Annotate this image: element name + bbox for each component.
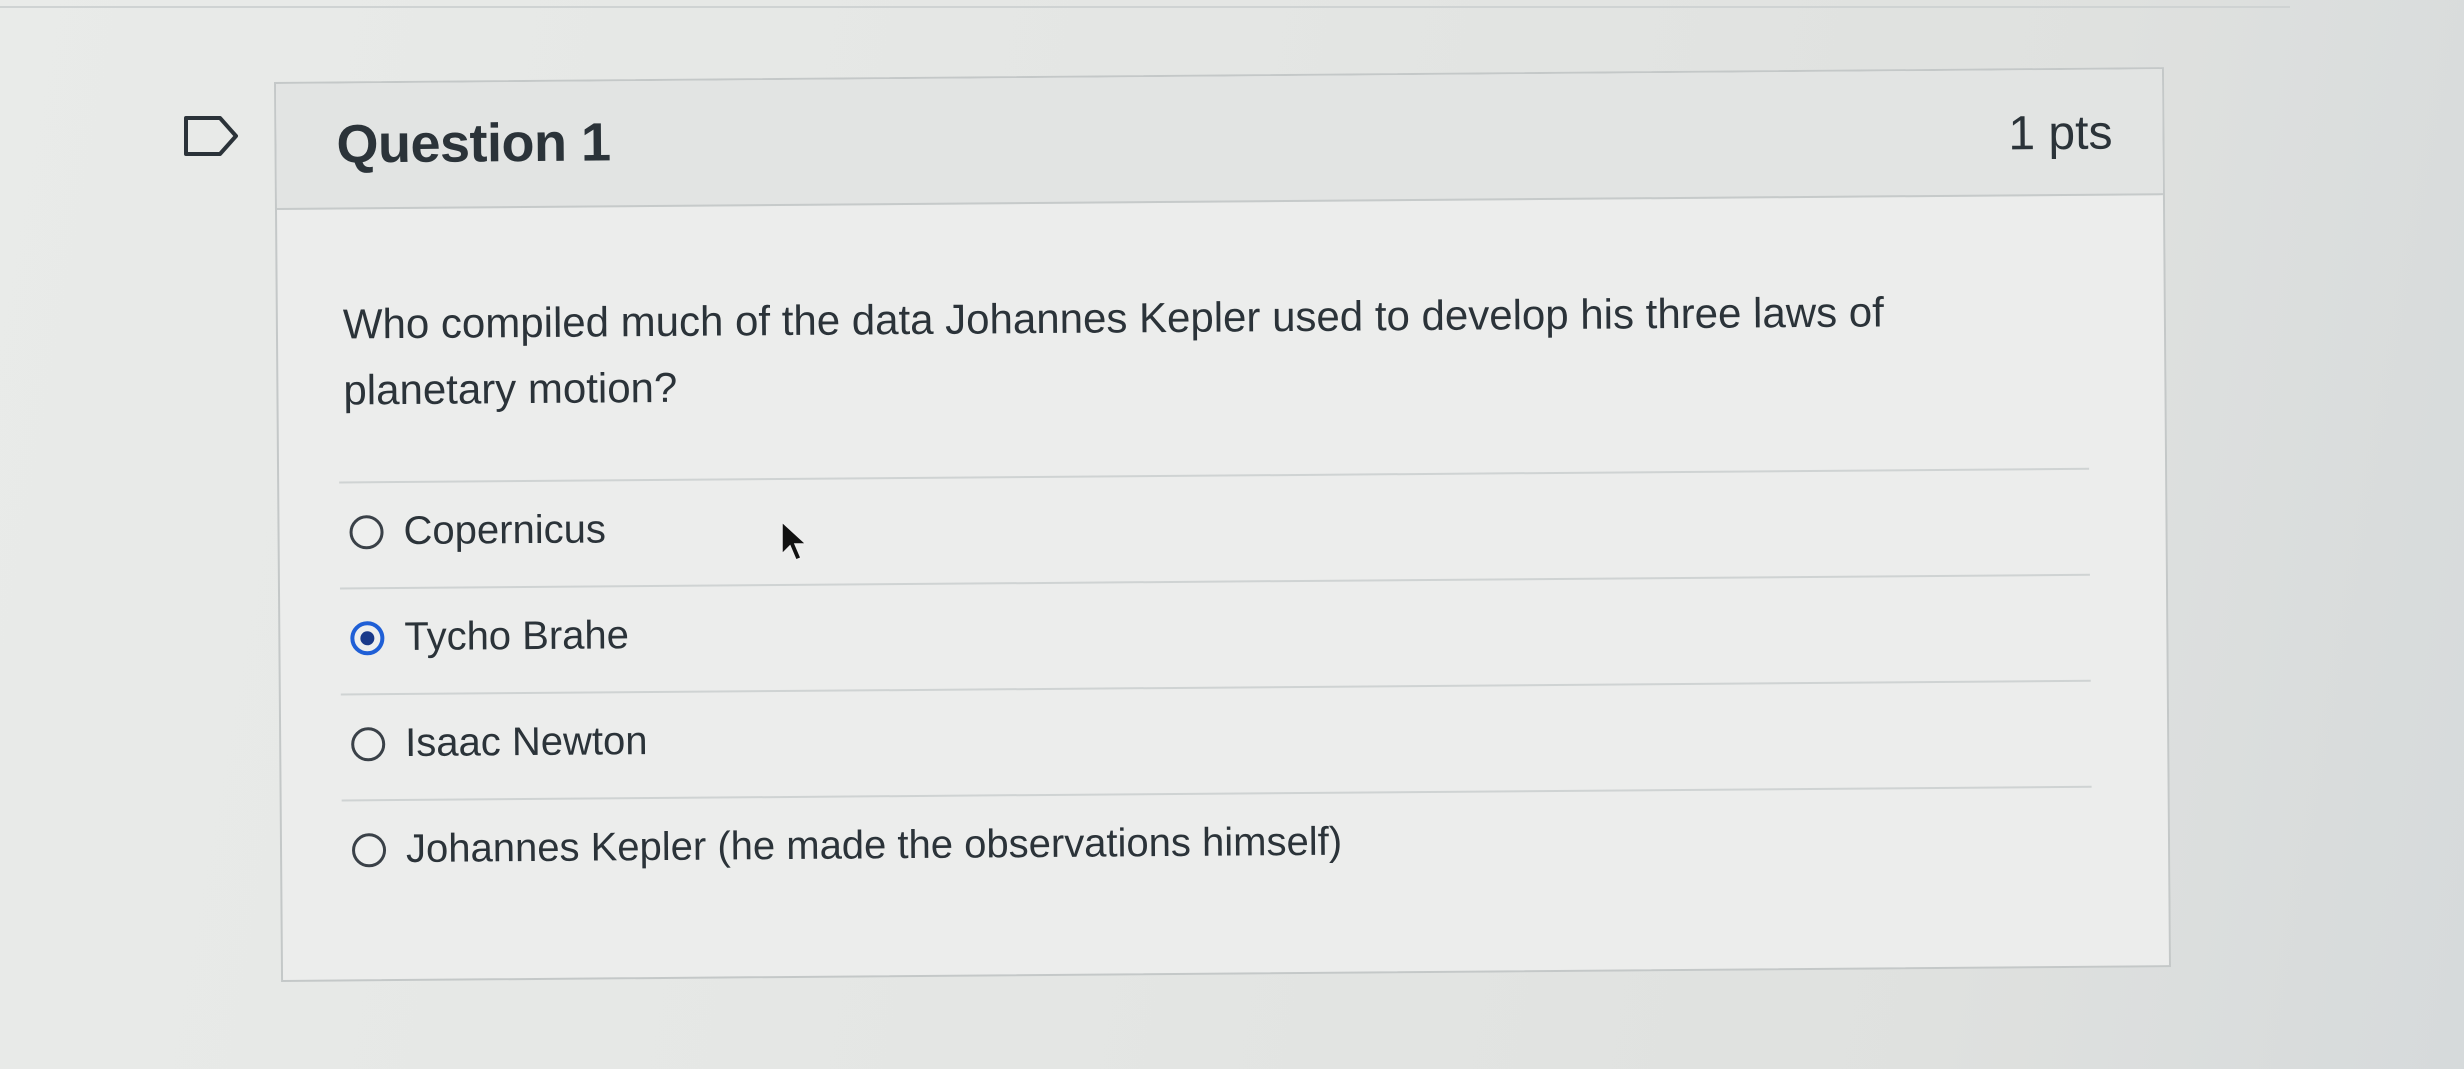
answer-list: Copernicus Tycho Brahe Isaac Newton Joha… (339, 467, 2093, 906)
top-divider (0, 0, 2290, 8)
answer-label[interactable]: Johannes Kepler (he made the observation… (406, 820, 1342, 872)
radio-button[interactable] (351, 727, 386, 762)
answer-option[interactable]: Johannes Kepler (he made the observation… (341, 785, 2093, 906)
flag-question-icon[interactable] (182, 112, 242, 160)
answer-option[interactable]: Copernicus (339, 467, 2090, 588)
mouse-pointer-icon (781, 520, 808, 561)
answer-label[interactable]: Isaac Newton (405, 719, 648, 766)
answer-label[interactable]: Tycho Brahe (404, 613, 629, 660)
question-text: Who compiled much of the data Johannes K… (342, 288, 1884, 414)
question-points: 1 pts (2008, 106, 2113, 161)
answer-label[interactable]: Copernicus (403, 507, 606, 554)
answer-option[interactable]: Tycho Brahe (339, 573, 2091, 694)
radio-button-selected[interactable] (350, 621, 385, 656)
radio-button[interactable] (349, 515, 384, 550)
question-header: Question 1 1 pts (276, 69, 2163, 210)
answer-option[interactable]: Isaac Newton (340, 679, 2092, 800)
question-title: Question 1 (336, 112, 611, 175)
question-card: Question 1 1 pts Who compiled much of th… (274, 67, 2172, 982)
radio-button[interactable] (351, 833, 387, 868)
